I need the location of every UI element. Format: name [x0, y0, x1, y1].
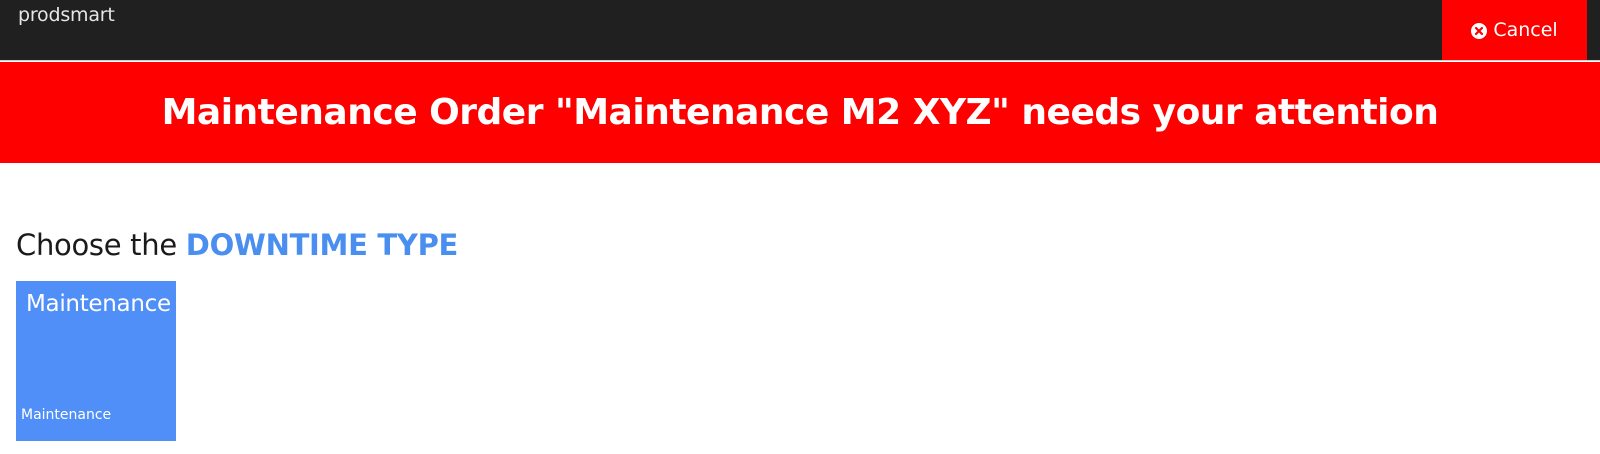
- cancel-button-label: Cancel: [1493, 19, 1558, 41]
- prompt-prefix: Choose the: [16, 228, 186, 262]
- app-logo: prodsmart: [18, 4, 115, 26]
- close-circle-icon: [1471, 22, 1488, 39]
- downtime-type-prompt: Choose the DOWNTIME TYPE: [16, 228, 458, 262]
- tile-title: Maintenance: [26, 291, 171, 317]
- prompt-highlight: DOWNTIME TYPE: [185, 228, 459, 262]
- tile-subtitle: Maintenance: [21, 407, 112, 423]
- alert-banner: Maintenance Order "Maintenance M2 XYZ" n…: [0, 62, 1600, 163]
- downtime-type-tile-maintenance[interactable]: Maintenance Maintenance: [16, 281, 176, 441]
- cancel-button[interactable]: Cancel: [1442, 0, 1587, 60]
- alert-title: Maintenance Order "Maintenance M2 XYZ" n…: [161, 92, 1439, 133]
- top-bar: prodsmart Cancel: [0, 0, 1600, 61]
